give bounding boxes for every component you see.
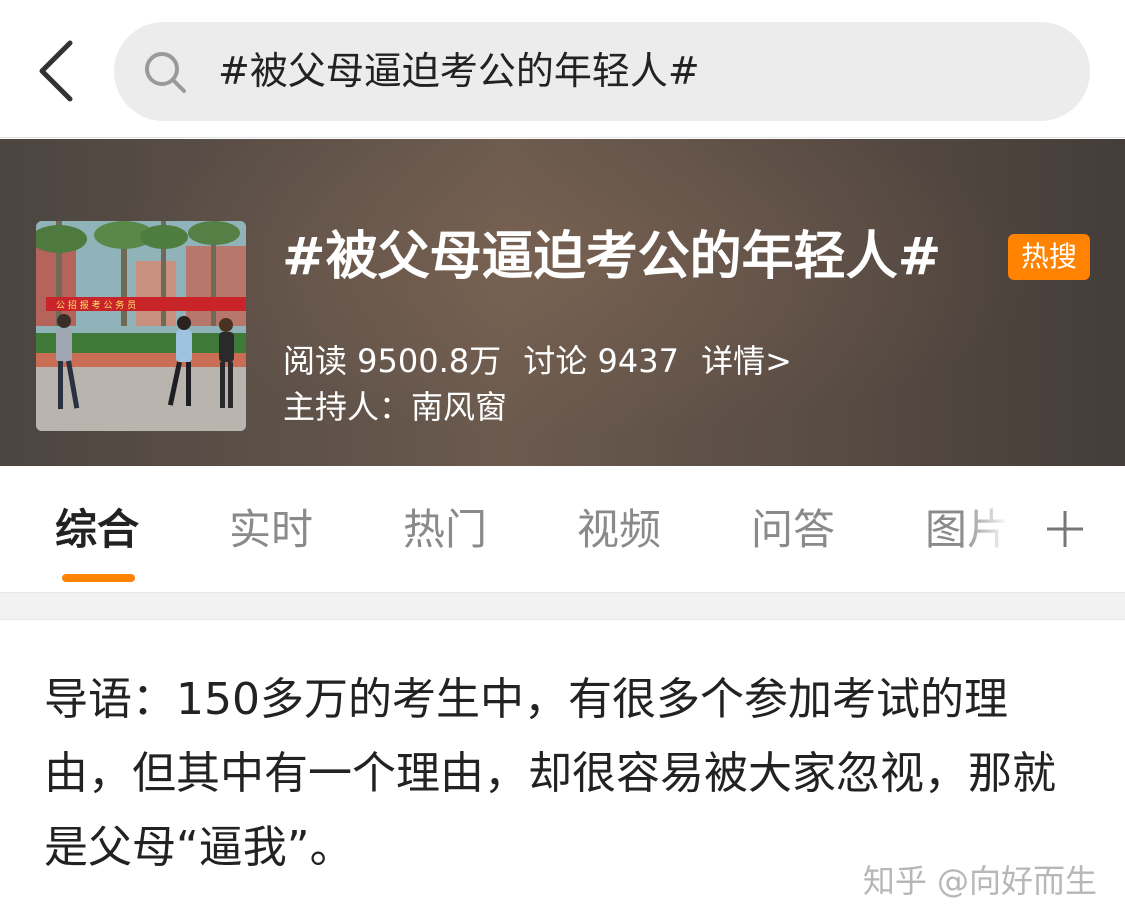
cover-photo: 公 招 报 考 公 务 员 (36, 221, 246, 431)
back-arrow-icon (39, 40, 73, 102)
topic-cover-image[interactable]: 公 招 报 考 公 务 员 (36, 221, 246, 431)
tab-bar: 综合 实时 热门 视频 问答 图片 (0, 466, 1125, 592)
add-tab-button[interactable] (1030, 466, 1100, 592)
topic-host[interactable]: 主持人：南风窗 (283, 385, 507, 429)
hot-search-badge: 热搜 (1008, 234, 1090, 280)
tab-qa[interactable]: 问答 (751, 466, 835, 592)
search-icon (145, 52, 186, 93)
topic-stats: 阅读 9500.8万 讨论 9437 详情> (283, 339, 804, 383)
active-tab-indicator (62, 574, 135, 582)
topic-intro-text: 导语：150多万的考生中，有很多个参加考试的理由，但其中有一个理由，却很容易被大… (44, 674, 1056, 873)
section-divider (0, 592, 1125, 620)
search-input[interactable]: #被父母逼迫考公的年轻人# (114, 22, 1090, 121)
topic-title: #被父母逼迫考公的年轻人# (282, 227, 942, 287)
tab-video[interactable]: 视频 (577, 466, 661, 592)
page: #被父母逼迫考公的年轻人# 公 招 报 考 公 务 员 #被父母逼迫考公的年轻人… (0, 0, 1125, 924)
tab-fade-overlay (960, 466, 1030, 592)
top-bar: #被父母逼迫考公的年轻人# (0, 0, 1125, 138)
back-button[interactable] (26, 36, 86, 106)
plus-icon (1047, 511, 1083, 547)
tab-realtime[interactable]: 实时 (229, 466, 313, 592)
watermark: 知乎 @向好而生 (862, 862, 1097, 900)
read-count: 阅读 9500.8万 (283, 342, 502, 380)
discussion-count: 讨论 9437 (523, 342, 679, 380)
details-link[interactable]: 详情> (701, 342, 792, 380)
topic-header: 公 招 报 考 公 务 员 #被父母逼迫考公的年轻人# 热搜 阅读 9500.8… (0, 139, 1125, 466)
tab-hot[interactable]: 热门 (403, 466, 487, 592)
cover-banner-text: 公 招 报 考 公 务 员 (56, 299, 136, 311)
search-query-text: #被父母逼迫考公的年轻人# (218, 49, 700, 93)
